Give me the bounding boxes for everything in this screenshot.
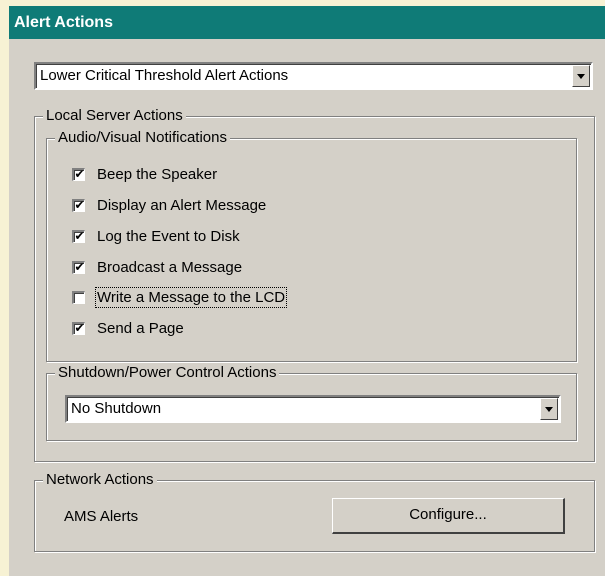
shutdown-legend: Shutdown/Power Control Actions	[55, 364, 280, 382]
checkbox[interactable]: ✔	[72, 228, 85, 243]
alert-actions-panel: Alert Actions Lower Critical Threshold A…	[9, 6, 605, 576]
checkbox-label: Beep the Speaker	[97, 165, 218, 183]
alert-type-value: Lower Critical Threshold Alert Actions	[40, 67, 289, 84]
checkmark-icon: ✔	[74, 228, 85, 243]
window-title: Alert Actions	[14, 14, 113, 31]
title-bar: Alert Actions	[9, 6, 605, 39]
checkbox-label: Display an Alert Message	[97, 196, 267, 214]
checkbox[interactable]	[72, 290, 85, 304]
checkbox[interactable]: ✔	[72, 320, 85, 335]
checkmark-icon: ✔	[74, 320, 85, 335]
checkbox-row[interactable]: ✔ Beep the Speaker	[72, 163, 217, 185]
checkbox-row[interactable]: Write a Message to the LCD	[72, 286, 288, 308]
chevron-down-icon[interactable]	[572, 65, 590, 87]
checkbox-row[interactable]: ✔ Display an Alert Message	[72, 194, 266, 216]
audio-visual-legend: Audio/Visual Notifications	[55, 129, 230, 147]
ams-alerts-label: AMS Alerts	[64, 508, 139, 525]
shutdown-dropdown[interactable]: No Shutdown	[65, 395, 561, 423]
checkmark-icon: ✔	[74, 259, 85, 274]
checkbox[interactable]: ✔	[72, 259, 85, 274]
shutdown-value: No Shutdown	[71, 400, 162, 417]
checkbox-row[interactable]: ✔ Broadcast a Message	[72, 256, 242, 278]
checkbox-row[interactable]: ✔ Send a Page	[72, 317, 184, 339]
checkmark-icon: ✔	[74, 197, 85, 212]
checkbox-label: Send a Page	[97, 319, 184, 337]
network-actions-legend: Network Actions	[43, 471, 157, 489]
checkbox-label: Broadcast a Message	[97, 258, 243, 276]
checkbox-label: Write a Message to the LCD	[94, 286, 288, 308]
alert-type-dropdown[interactable]: Lower Critical Threshold Alert Actions	[34, 62, 593, 90]
checkbox-label: Log the Event to Disk	[97, 227, 240, 245]
checkbox[interactable]: ✔	[72, 197, 85, 212]
configure-button[interactable]: Configure...	[332, 498, 565, 534]
checkbox[interactable]: ✔	[72, 166, 85, 181]
chevron-down-icon[interactable]	[540, 398, 558, 420]
checkmark-icon: ✔	[74, 166, 85, 181]
checkbox-row[interactable]: ✔ Log the Event to Disk	[72, 225, 240, 247]
local-server-actions-legend: Local Server Actions	[43, 107, 186, 125]
